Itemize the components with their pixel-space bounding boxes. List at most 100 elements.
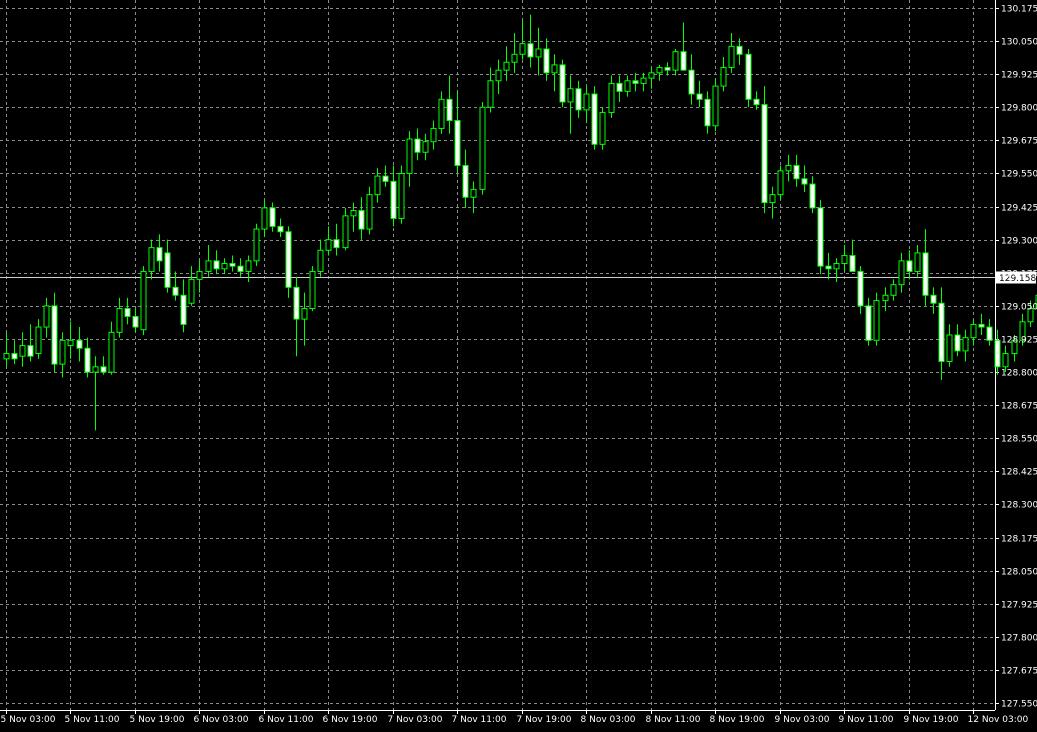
candle (164, 239, 171, 293)
candle-body-bull (35, 326, 42, 355)
candle-body-bear (994, 339, 1001, 368)
candle (583, 86, 590, 124)
candle (43, 297, 50, 338)
candle-body-bear (76, 339, 83, 349)
candle (672, 48, 679, 76)
candle (285, 226, 292, 298)
candle (92, 356, 99, 431)
candle-body-bear (527, 43, 534, 58)
price-axis-label: 128.300 (1001, 501, 1037, 511)
time-axis-label: 7 Nov 03:00 (388, 715, 443, 725)
time-axis-label: 5 Nov 11:00 (65, 715, 120, 725)
candle-body-bear (180, 294, 187, 325)
candle-body-bear (793, 165, 800, 180)
candle (624, 75, 631, 97)
candle (116, 297, 123, 338)
candle-body-bear (213, 260, 220, 270)
time-axis-label: 5 Nov 19:00 (130, 715, 185, 725)
candle (954, 324, 961, 357)
candle-body-bull (430, 127, 437, 143)
candle (511, 33, 518, 73)
candle-body-bull (350, 210, 357, 217)
candle-body-bear (696, 93, 703, 100)
candle-body-bear (124, 308, 131, 317)
candle-body-bull (487, 80, 494, 108)
candle (51, 292, 58, 373)
price-axis-label: 129.675 (1001, 137, 1037, 147)
candle-body-bull (648, 72, 655, 79)
candle-body-bear (591, 93, 598, 145)
candle-body-bull (309, 270, 316, 310)
candle-body-bull (342, 215, 349, 249)
price-axis-label: 128.050 (1001, 568, 1037, 578)
candle (736, 38, 743, 65)
candle (479, 101, 486, 195)
time-axis-label: 6 Nov 03:00 (194, 715, 249, 725)
candle-body-bull (116, 308, 123, 333)
chart-window[interactable]: 129.158 130.175 130.050 129.925 129.800 129.… (0, 0, 1037, 732)
candle (495, 59, 502, 95)
candle (978, 313, 985, 336)
candle (728, 33, 735, 73)
candle (325, 226, 332, 256)
candles (3, 14, 1037, 431)
candle (567, 75, 574, 134)
candlestick-chart[interactable]: 129.158 130.175130.050129.925129.800129.… (0, 0, 1037, 732)
candle (801, 165, 808, 192)
candle (688, 54, 695, 105)
candle-body-bear (954, 334, 961, 352)
price-axis-label: 128.925 (1001, 336, 1037, 346)
candle-body-bull (535, 48, 542, 58)
candle-body-bull (325, 239, 332, 251)
candle (309, 266, 316, 312)
candle-body-bear (704, 98, 711, 127)
candle-body-bear (688, 69, 695, 95)
candle (599, 107, 606, 150)
candle-body-bull (374, 175, 381, 196)
candle-body-bear (632, 80, 639, 84)
candle (777, 165, 784, 200)
candle-body-bull (656, 67, 663, 74)
time-axis-label: 7 Nov 11:00 (452, 715, 507, 725)
candle-body-bull (3, 353, 10, 360)
candle-body-bull (92, 366, 99, 373)
price-axis-label: 128.425 (1001, 468, 1037, 478)
candle-body-bull (608, 82, 615, 114)
candle (882, 287, 889, 312)
candle-body-bull (962, 337, 969, 352)
candle (11, 340, 18, 365)
candle-body-bear (293, 286, 300, 320)
candle-body-bull (841, 255, 848, 265)
candle-body-bull (898, 260, 905, 286)
candle-body-bear (132, 315, 139, 328)
candle (712, 78, 719, 132)
candle (84, 337, 91, 378)
candle (745, 48, 752, 108)
candle-body-bear (358, 210, 365, 230)
candle (76, 327, 83, 362)
candle-body-bear (454, 119, 461, 167)
candle (317, 239, 324, 277)
candle (358, 197, 365, 240)
candle (930, 287, 937, 314)
candle (205, 244, 212, 277)
candle-body-bear (382, 175, 389, 182)
candle (817, 199, 824, 275)
grid-lines (0, 0, 995, 710)
price-axis-label: 130.050 (1001, 38, 1037, 48)
candle-body-bull (599, 112, 606, 145)
candle-body-bull (470, 188, 477, 198)
candle-body-bear (11, 353, 18, 360)
candle-body-bull (19, 345, 26, 357)
candle (333, 223, 340, 256)
candle (632, 72, 639, 92)
candle-body-bear (156, 247, 163, 262)
candle-body-bear (978, 323, 985, 328)
candle (19, 332, 26, 367)
candle-body-bear (229, 263, 236, 267)
time-axis-label: 9 Nov 03:00 (775, 715, 830, 725)
candle (180, 279, 187, 333)
candle-body-bear (462, 165, 469, 198)
candle (873, 292, 880, 346)
time-axis-label: 5 Nov 03:00 (1, 715, 56, 725)
